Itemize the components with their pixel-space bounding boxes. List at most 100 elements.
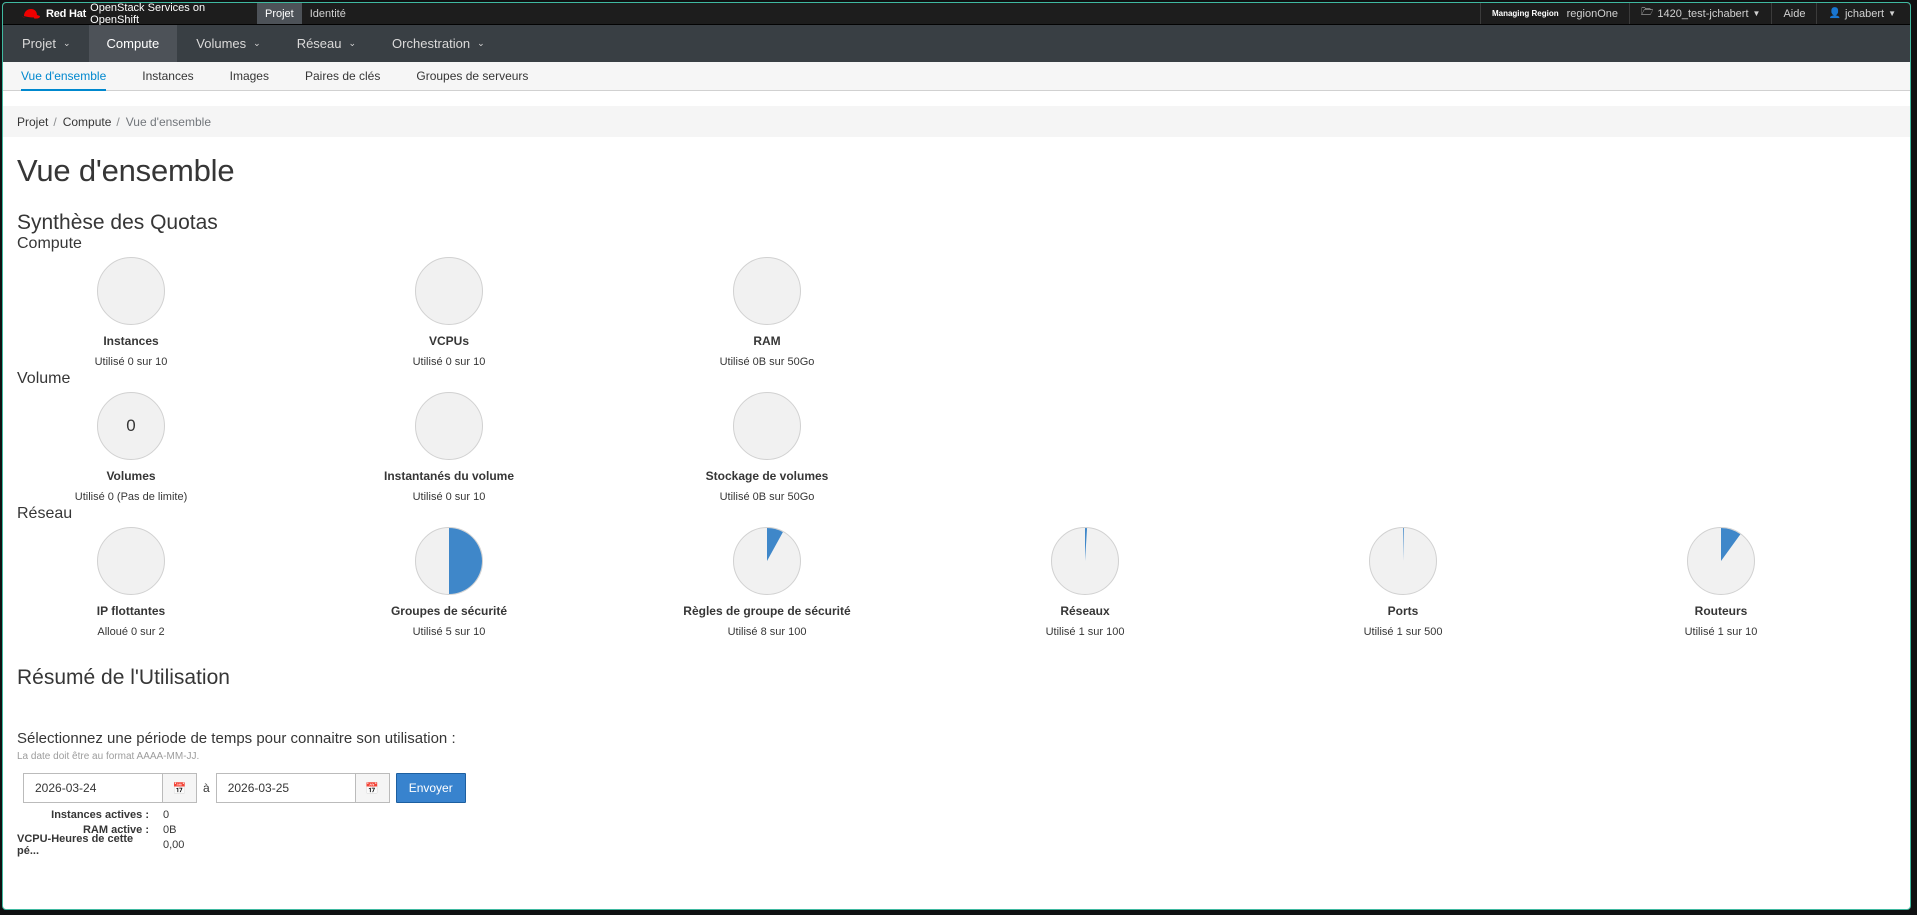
stat-value: 0: [163, 808, 170, 821]
date-range-form: 2026-03-24 📅 à 2026-03-25 📅 Envoyer: [23, 773, 1910, 803]
quota-summary-title: Synthèse des Quotas: [17, 211, 218, 234]
quota-label: Réseaux: [1060, 604, 1110, 618]
region-selector[interactable]: Managing Region regionOne: [1479, 3, 1629, 24]
app-window: Red Hat OpenStack Services on OpenShift …: [2, 2, 1911, 910]
quota-pie-chart: [733, 257, 801, 325]
quota-pie-chart: [733, 527, 801, 595]
quota-pie-chart: [415, 392, 483, 460]
tab-groupes-serveurs[interactable]: Groupes de serveurs: [416, 62, 528, 90]
calendar-icon[interactable]: 📅: [162, 774, 196, 802]
breadcrumb-separator: /: [53, 114, 57, 129]
submit-button[interactable]: Envoyer: [395, 773, 466, 803]
quota-label: Volumes: [106, 469, 156, 483]
quota-usage: Utilisé 8 sur 100: [727, 626, 807, 638]
quota-usage: Utilisé 1 sur 100: [1045, 626, 1125, 638]
quota-pie-chart: [415, 257, 483, 325]
brand-bold: Red Hat: [45, 7, 87, 20]
quota-pie-svg: [449, 528, 482, 594]
secondary-nav: Vue d'ensemble Instances Images Paires d…: [3, 62, 1910, 91]
main-content: Vue d'ensemble Synthèse des Quotas Compu…: [17, 137, 1910, 857]
stat-label: VCPU-Heures de cette pé...: [17, 832, 134, 857]
quota-label: Instantanés du volume: [383, 469, 515, 483]
quota-label: Règles de groupe de sécurité: [683, 604, 851, 618]
breadcrumb-current: Vue d'ensemble: [125, 114, 211, 129]
nav-compute[interactable]: Compute: [88, 25, 178, 62]
nav-volumes-label: Volumes: [196, 36, 247, 51]
breadcrumb-projet[interactable]: Projet: [17, 115, 48, 129]
top-tab-identite[interactable]: Identité: [302, 3, 354, 24]
tab-vue-ensemble[interactable]: Vue d'ensemble: [21, 62, 107, 91]
project-selector[interactable]: 🗁 1420_test-jchabert ▼: [1629, 3, 1771, 24]
stat-row: VCPU-Heures de cette pé... 0,00: [17, 833, 1910, 857]
region-label: Managing Region: [1491, 9, 1559, 18]
nav-projet-label: Projet: [22, 36, 56, 51]
quota-pie-slice: [1085, 528, 1088, 561]
usage-stats: Instances actives : 0 RAM active : 0B VC…: [17, 807, 1910, 857]
breadcrumb-separator: /: [116, 114, 120, 129]
user-menu[interactable]: 👤 jchabert ▼: [1816, 3, 1910, 24]
nav-reseau[interactable]: Réseau ⌄: [279, 25, 374, 62]
tab-instances[interactable]: Instances: [142, 62, 193, 90]
nav-reseau-label: Réseau: [296, 36, 342, 51]
stat-value: 0,00: [163, 838, 185, 851]
top-tab-projet[interactable]: Projet: [257, 3, 302, 24]
chevron-down-icon: ⌄: [62, 38, 71, 48]
quota-usage: Utilisé 1 sur 500: [1363, 626, 1443, 638]
stat-value: 0B: [163, 823, 177, 836]
masthead: Red Hat OpenStack Services on OpenShift …: [3, 3, 1910, 26]
quota-pie-svg: [1085, 528, 1088, 561]
date-format-help: La date doit être au format AAAA-MM-JJ.: [17, 751, 200, 762]
end-date-value: 2026-03-25: [227, 781, 290, 795]
quota-usage: Utilisé 5 sur 10: [412, 626, 486, 638]
quota-group-title: Réseau: [17, 505, 73, 522]
tab-images[interactable]: Images: [230, 62, 269, 90]
quota-item: Instantanés du volume Utilisé 0 sur 10: [329, 392, 569, 503]
quota-usage: Alloué 0 sur 2: [97, 626, 165, 638]
quota-item: Groupes de sécurité Utilisé 5 sur 10: [329, 527, 569, 638]
usage-summary-title: Résumé de l'Utilisation: [17, 666, 230, 689]
chevron-down-icon: ⌄: [348, 38, 357, 48]
stat-row: RAM active : 0B: [17, 822, 1910, 837]
primary-nav: Projet ⌄ Compute Volumes ⌄ Réseau ⌄ Orch…: [3, 25, 1910, 62]
quota-pie-value: 0: [126, 416, 136, 435]
quota-group-title: Compute: [17, 235, 82, 252]
tab-paires-cles[interactable]: Paires de clés: [305, 62, 380, 90]
quota-item: Instances Utilisé 0 sur 10: [11, 257, 251, 368]
quota-label: Instances: [103, 334, 159, 348]
nav-compute-label: Compute: [106, 36, 160, 51]
quota-pie-slice: [767, 528, 783, 561]
nav-volumes[interactable]: Volumes ⌄: [177, 25, 278, 62]
quota-usage: Utilisé 1 sur 10: [1684, 626, 1758, 638]
brand[interactable]: Red Hat OpenStack Services on OpenShift: [3, 3, 257, 26]
quota-usage: Utilisé 0 (Pas de limite): [74, 491, 188, 503]
quota-groups: Compute Instances Utilisé 0 sur 10 VCPUs Uti…: [17, 235, 1910, 640]
quota-item: Réseaux Utilisé 1 sur 100: [965, 527, 1205, 638]
chevron-down-icon: ⌄: [253, 38, 261, 48]
breadcrumb-compute[interactable]: Compute: [63, 115, 112, 129]
chevron-down-icon: ▼: [1888, 9, 1896, 18]
quota-pie-chart: [97, 257, 165, 325]
start-date-field[interactable]: 2026-03-24 📅: [23, 773, 197, 803]
user-icon: 👤: [1828, 8, 1841, 19]
quota-pie-chart: [1051, 527, 1119, 595]
quota-row: Instances Utilisé 0 sur 10 VCPUs Utilisé 0 …: [17, 257, 1910, 370]
end-date-field[interactable]: 2026-03-25 📅: [215, 773, 390, 803]
quota-pie-svg: [1721, 528, 1741, 561]
quota-label: Groupes de sécurité: [390, 604, 508, 618]
nav-orchestration-label: Orchestration: [392, 36, 471, 51]
quota-item: IP flottantes Alloué 0 sur 2: [11, 527, 251, 638]
quota-row: IP flottantes Alloué 0 sur 2 Groupes de sé…: [17, 527, 1910, 640]
quota-item: Stockage de volumes Utilisé 0B sur 50Go: [647, 392, 887, 503]
quota-pie-chart: [1687, 527, 1755, 595]
red-hat-logo-icon: [21, 8, 40, 19]
stat-label: Instances actives :: [51, 808, 149, 821]
help-link[interactable]: Aide: [1771, 3, 1816, 24]
nav-projet[interactable]: Projet ⌄: [3, 25, 89, 62]
masthead-right: Managing Region regionOne 🗁 1420_test-jc…: [1479, 3, 1910, 24]
nav-orchestration[interactable]: Orchestration ⌄: [374, 25, 503, 62]
quota-row: 0 Volumes Utilisé 0 (Pas de limite) Instant…: [17, 392, 1910, 505]
quota-label: IP flottantes: [96, 604, 166, 618]
calendar-icon[interactable]: 📅: [354, 774, 389, 802]
quota-item: RAM Utilisé 0B sur 50Go: [647, 257, 887, 368]
stat-row: Instances actives : 0: [17, 807, 1910, 822]
